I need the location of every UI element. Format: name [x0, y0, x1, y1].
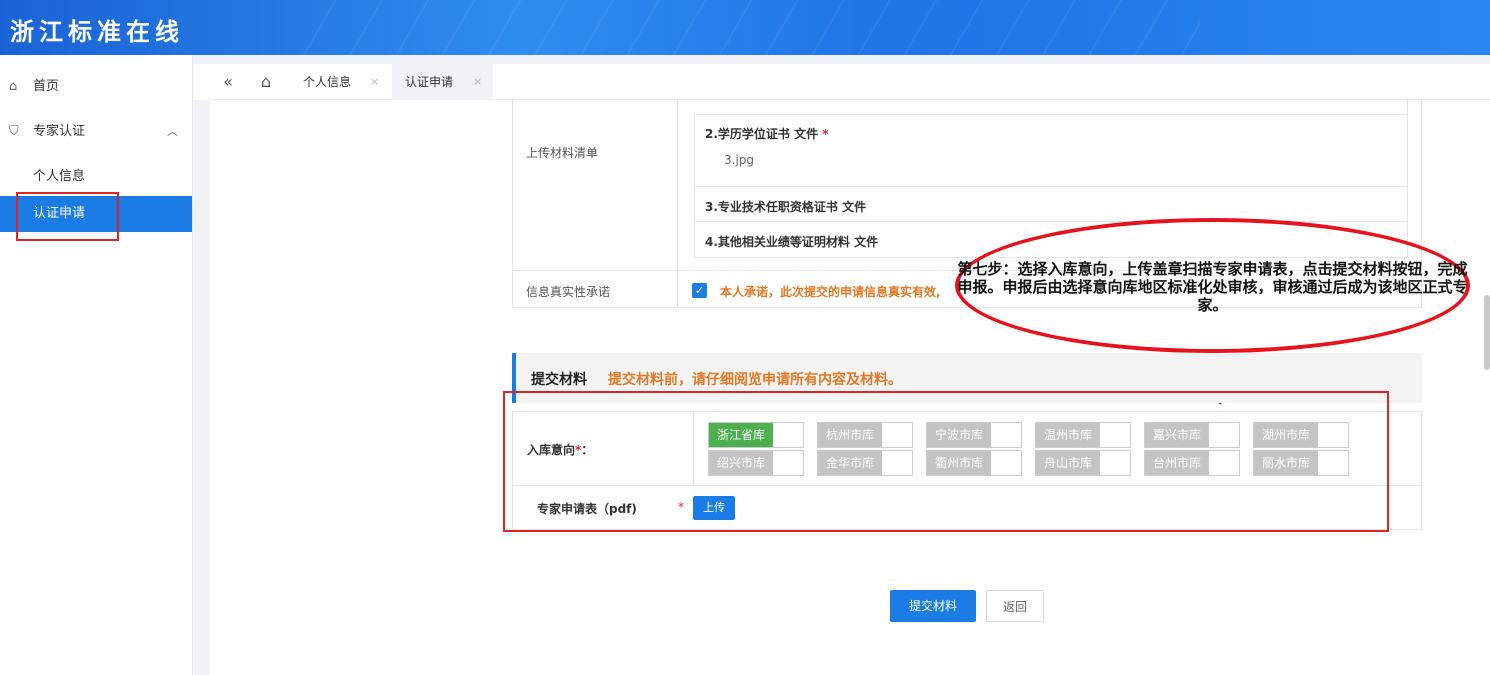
highlight-box: [16, 192, 119, 241]
chevron-up-icon: ︿: [167, 125, 178, 138]
tab-cert-apply[interactable]: 认证申请 ×: [392, 64, 493, 100]
app-title: 浙江标准在线: [10, 18, 184, 46]
sidebar-item-home[interactable]: ⌂ 首页: [0, 69, 192, 105]
submit-button[interactable]: 提交材料: [890, 590, 976, 622]
highlight-box: [503, 391, 1389, 532]
scrollbar-thumb[interactable]: [1484, 295, 1490, 370]
sidebar: ⌂ 首页 ⛉ 专家认证 ︿ 个人信息 认证申请: [0, 55, 193, 675]
tab-bar: « ⌂ 个人信息 × 认证申请 ×: [210, 64, 1490, 100]
upload-list-label: 上传材料清单: [526, 146, 599, 160]
close-icon[interactable]: ×: [370, 64, 379, 100]
sidebar-item-personal-info[interactable]: 个人信息: [0, 159, 192, 195]
shield-check-icon: ⛉: [9, 124, 19, 139]
file-link[interactable]: 3.jpg: [724, 153, 754, 167]
home-tab-icon[interactable]: ⌂: [254, 64, 278, 100]
required-mark: *: [822, 127, 829, 141]
close-icon[interactable]: ×: [473, 64, 482, 100]
tab-label: 认证申请: [405, 75, 454, 89]
back-button[interactable]: 返回: [986, 590, 1044, 622]
promise-checkbox[interactable]: ✓: [692, 283, 707, 298]
top-strip: [193, 55, 1490, 64]
home-icon: ⌂: [9, 79, 18, 94]
sidebar-item-label: 专家认证: [33, 124, 86, 139]
top-banner: 浙江标准在线: [0, 0, 1490, 55]
section-title: 提交材料: [531, 372, 587, 388]
collapse-icon[interactable]: «: [216, 64, 240, 100]
tab-personal-info[interactable]: 个人信息 ×: [290, 64, 390, 100]
sidebar-item-label: 首页: [33, 79, 60, 94]
file-item-title: 2.学历学位证书 文件 *: [705, 127, 829, 141]
tab-label: 个人信息: [303, 75, 352, 89]
file-item-title: 3.专业技术任职资格证书 文件: [705, 200, 867, 214]
banner-decoration: [300, 0, 1200, 55]
annotation-text: 第七步：选择入库意向，上传盖章扫描专家申请表，点击提交材料按钮，完成申报。申报后…: [957, 260, 1468, 314]
section-hint: 提交材料前，请仔细阅览申请所有内容及材料。: [608, 372, 902, 388]
divider: [694, 114, 1407, 115]
divider: [694, 114, 695, 257]
sidebar-item-expert-cert[interactable]: ⛉ 专家认证 ︿: [0, 114, 192, 150]
content-gutter: [193, 100, 210, 675]
divider: [1407, 100, 1408, 257]
truth-label: 信息真实性承诺: [526, 285, 611, 299]
sidebar-item-label: 个人信息: [33, 169, 86, 184]
promise-text: 本人承诺，此次提交的申请信息真实有效,: [720, 285, 941, 299]
divider: [694, 186, 1407, 187]
file-item-title: 4.其他相关业绩等证明材料 文件: [705, 235, 879, 249]
divider: [677, 100, 678, 308]
